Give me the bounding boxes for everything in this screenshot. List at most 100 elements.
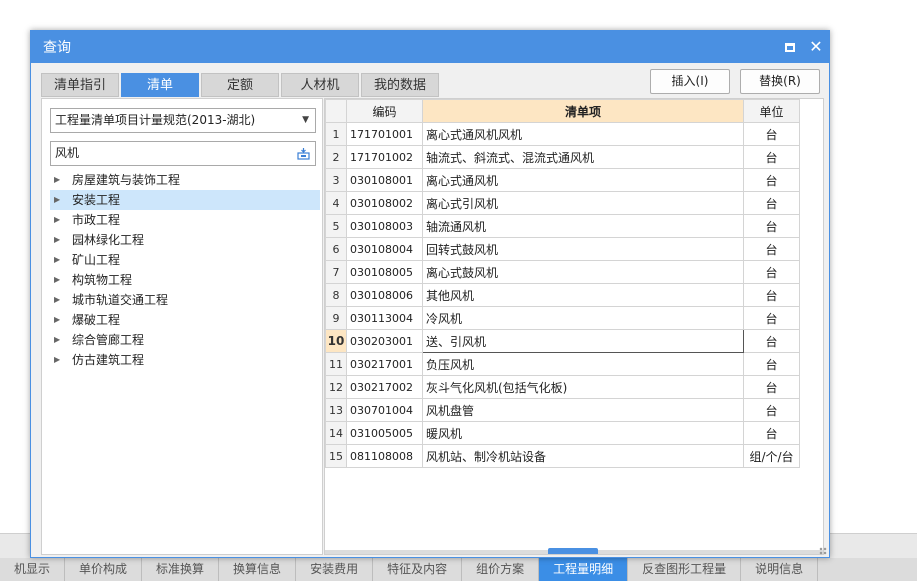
tree-item[interactable]: ▶ 综合管廊工程 (50, 330, 320, 350)
name-cell[interactable]: 暖风机 (422, 421, 744, 445)
unit-cell[interactable]: 台 (743, 421, 800, 445)
row-number[interactable]: 2 (325, 145, 347, 169)
row-number[interactable]: 8 (325, 283, 347, 307)
table-row[interactable]: 11 030217001 负压风机台 (325, 352, 800, 376)
row-number[interactable]: 12 (325, 375, 347, 399)
code-header[interactable]: 编码 (346, 99, 423, 123)
code-cell[interactable]: 171701001 (346, 122, 423, 146)
background-tab[interactable]: 单价构成 (65, 558, 143, 581)
name-cell[interactable]: 离心式引风机 (422, 191, 744, 215)
chevron-right-icon[interactable]: ▶ (54, 310, 62, 330)
replace-button[interactable]: 替换(R) (740, 69, 820, 94)
tree-item[interactable]: ▶ 城市轨道交通工程 (50, 290, 320, 310)
background-tab[interactable]: 机显示 (0, 558, 66, 581)
tree-item[interactable]: ▶ 爆破工程 (50, 310, 320, 330)
tree-item[interactable]: ▶ 矿山工程 (50, 250, 320, 270)
row-number[interactable]: 6 (325, 237, 347, 261)
resize-grip-icon[interactable] (819, 547, 827, 555)
table-row[interactable]: 12 030217002 灰斗气化风机(包括气化板) 台 (325, 375, 800, 399)
chevron-right-icon[interactable]: ▶ (54, 190, 62, 210)
chevron-right-icon[interactable]: ▶ (54, 290, 62, 310)
chevron-right-icon[interactable]: ▶ (54, 210, 62, 230)
table-row[interactable]: 10 030203001 送、引风机台 (325, 329, 800, 353)
unit-cell[interactable]: 台 (743, 352, 800, 376)
tab-3[interactable]: 人材机 (281, 73, 359, 97)
code-cell[interactable]: 030217002 (346, 375, 423, 399)
table-row[interactable]: 4 030108002 离心式引风机台 (325, 191, 800, 215)
tab-4[interactable]: 我的数据 (361, 73, 439, 97)
tab-1[interactable]: 清单 (121, 73, 199, 97)
name-cell[interactable]: 冷风机 (422, 306, 744, 330)
name-cell[interactable]: 回转式鼓风机 (422, 237, 744, 261)
name-cell[interactable]: 灰斗气化风机(包括气化板) (422, 375, 744, 399)
code-cell[interactable]: 030108001 (346, 168, 423, 192)
maximize-button[interactable] (777, 31, 803, 63)
name-cell[interactable]: 离心式通风机风机 (422, 122, 744, 146)
tree-item[interactable]: ▶ 房屋建筑与装饰工程 (50, 170, 320, 190)
row-number[interactable]: 10 (325, 329, 347, 353)
unit-cell[interactable]: 台 (743, 306, 800, 330)
spec-select[interactable]: 工程量清单项目计量规范(2013-湖北) ▼ (50, 108, 316, 133)
chevron-right-icon[interactable]: ▶ (54, 170, 62, 190)
unit-header[interactable]: 单位 (743, 99, 800, 123)
background-tab[interactable]: 特征及内容 (373, 558, 463, 581)
unit-cell[interactable]: 台 (743, 214, 800, 238)
unit-cell[interactable]: 台 (743, 122, 800, 146)
table-row[interactable]: 13 030701004 风机盘管台 (325, 398, 800, 422)
unit-cell[interactable]: 台 (743, 329, 800, 353)
code-cell[interactable]: 081108008 (346, 444, 423, 468)
background-tab[interactable]: 标准换算 (142, 558, 220, 581)
tab-2[interactable]: 定额 (201, 73, 279, 97)
name-cell[interactable]: 轴流通风机 (422, 214, 744, 238)
tree-item[interactable]: ▶ 园林绿化工程 (50, 230, 320, 250)
row-number[interactable]: 13 (325, 398, 347, 422)
name-cell[interactable]: 其他风机 (422, 283, 744, 307)
row-number[interactable]: 14 (325, 421, 347, 445)
code-cell[interactable]: 031005005 (346, 421, 423, 445)
code-cell[interactable]: 030113004 (346, 306, 423, 330)
background-tab[interactable]: 反查图形工程量 (628, 558, 742, 581)
tab-0[interactable]: 清单指引 (41, 73, 119, 97)
splitter-handle[interactable] (548, 548, 598, 554)
name-cell[interactable]: 轴流式、斜流式、混流式通风机 (422, 145, 744, 169)
background-tab[interactable]: 说明信息 (741, 558, 819, 581)
unit-cell[interactable]: 台 (743, 191, 800, 215)
row-number[interactable]: 5 (325, 214, 347, 238)
chevron-right-icon[interactable]: ▶ (54, 270, 62, 290)
tree-item[interactable]: ▶ 安装工程 (50, 190, 320, 210)
search-input[interactable]: 风机 (50, 141, 316, 166)
close-button[interactable]: ✕ (803, 31, 829, 63)
table-row[interactable]: 9 030113004 冷风机台 (325, 306, 800, 330)
insert-button[interactable]: 插入(I) (650, 69, 730, 94)
chevron-right-icon[interactable]: ▶ (54, 330, 62, 350)
code-cell[interactable]: 030108004 (346, 237, 423, 261)
search-icon[interactable] (297, 147, 310, 160)
name-cell[interactable]: 负压风机 (422, 352, 744, 376)
chevron-right-icon[interactable]: ▶ (54, 230, 62, 250)
code-cell[interactable]: 030203001 (346, 329, 423, 353)
code-cell[interactable]: 171701002 (346, 145, 423, 169)
unit-cell[interactable]: 台 (743, 398, 800, 422)
row-number[interactable]: 11 (325, 352, 347, 376)
row-number[interactable]: 15 (325, 444, 347, 468)
code-cell[interactable]: 030108003 (346, 214, 423, 238)
unit-cell[interactable]: 台 (743, 375, 800, 399)
tree-item[interactable]: ▶ 构筑物工程 (50, 270, 320, 290)
row-number[interactable]: 4 (325, 191, 347, 215)
tree-item[interactable]: ▶ 市政工程 (50, 210, 320, 230)
table-row[interactable]: 3 030108001 离心式通风机台 (325, 168, 800, 192)
code-cell[interactable]: 030108006 (346, 283, 423, 307)
table-row[interactable]: 15 081108008 风机站、制冷机站设备 组/个/台 (325, 444, 800, 468)
code-cell[interactable]: 030217001 (346, 352, 423, 376)
table-row[interactable]: 2 171701002 轴流式、斜流式、混流式通风机台 (325, 145, 800, 169)
unit-cell[interactable]: 台 (743, 260, 800, 284)
unit-cell[interactable]: 台 (743, 283, 800, 307)
unit-cell[interactable]: 台 (743, 145, 800, 169)
background-tab[interactable]: 工程量明细 (539, 558, 629, 581)
name-cell[interactable]: 离心式鼓风机 (422, 260, 744, 284)
table-row[interactable]: 8 030108006 其他风机台 (325, 283, 800, 307)
table-row[interactable]: 5 030108003 轴流通风机台 (325, 214, 800, 238)
name-cell[interactable]: 离心式通风机 (422, 168, 744, 192)
code-cell[interactable]: 030108002 (346, 191, 423, 215)
unit-cell[interactable]: 台 (743, 168, 800, 192)
